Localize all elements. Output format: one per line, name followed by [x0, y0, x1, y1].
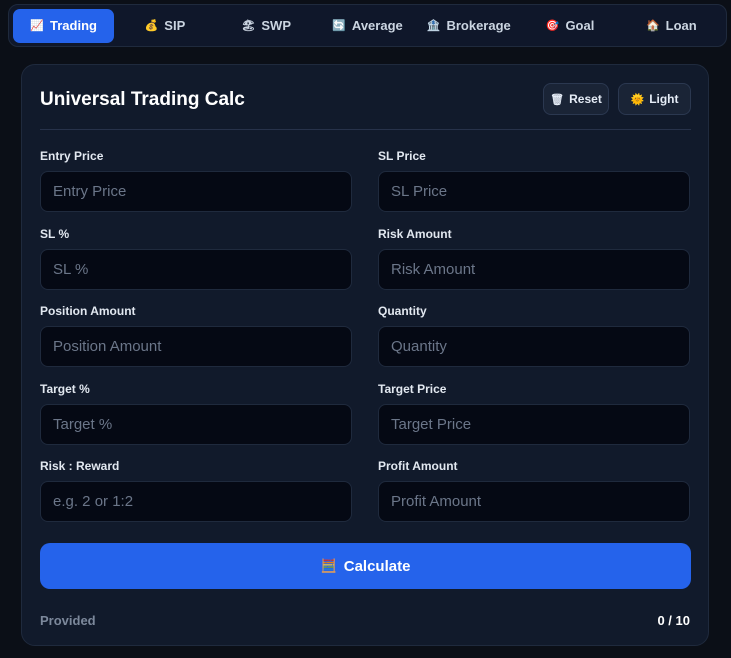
house-icon: 🏠	[645, 20, 660, 32]
provided-count: 0 / 10	[657, 613, 690, 628]
tab-label: Loan	[665, 18, 697, 33]
position-amount-input[interactable]	[40, 326, 352, 367]
sun-icon: 🌞	[630, 93, 645, 106]
trash-icon: 🗑	[550, 93, 565, 106]
target-price-field: Target Price	[378, 382, 690, 445]
tab-sip[interactable]: 💰 SIP	[114, 9, 215, 43]
provided-label: Provided	[40, 613, 96, 628]
tab-label: Brokerage	[446, 18, 511, 33]
sl-price-input[interactable]	[378, 171, 690, 212]
card-title: Universal Trading Calc	[40, 89, 245, 110]
tab-label: Goal	[565, 18, 595, 33]
target-icon: 🎯	[545, 20, 560, 32]
theme-label: Light	[649, 92, 679, 106]
tab-average[interactable]: 🔄 Average	[317, 9, 418, 43]
field-label: Target Price	[378, 382, 447, 396]
calculator-tab-bar: 📈 Trading 💰 SIP 🏖 SWP 🔄 Average 🏦 Broker…	[8, 4, 727, 47]
abacus-icon: 🧮	[320, 558, 337, 573]
sl-price-field: SL Price	[378, 149, 690, 212]
money-bag-icon: 💰	[144, 20, 159, 32]
reset-button[interactable]: 🗑 Reset	[543, 83, 609, 115]
tab-label: Trading	[50, 18, 97, 33]
quantity-input[interactable]	[378, 326, 690, 367]
target-percent-input[interactable]	[40, 404, 352, 445]
field-label: Quantity	[378, 304, 427, 318]
risk-amount-field: Risk Amount	[378, 227, 690, 290]
position-amount-field: Position Amount	[40, 304, 352, 367]
field-label: Risk : Reward	[40, 459, 120, 473]
sl-percent-input[interactable]	[40, 249, 352, 290]
field-label: Target %	[40, 382, 90, 396]
tab-label: Average	[351, 18, 403, 33]
target-price-input[interactable]	[378, 404, 690, 445]
sl-percent-field: SL %	[40, 227, 352, 290]
entry-price-input[interactable]	[40, 171, 352, 212]
risk-reward-input[interactable]	[40, 481, 352, 522]
calculate-button[interactable]: 🧮 Calculate	[40, 543, 691, 589]
bank-icon: 🏦	[426, 20, 441, 32]
tab-loan[interactable]: 🏠 Loan	[621, 9, 722, 43]
risk-amount-input[interactable]	[378, 249, 690, 290]
chart-up-icon: 📈	[30, 20, 45, 32]
profit-amount-input[interactable]	[378, 481, 690, 522]
field-label: Profit Amount	[378, 459, 458, 473]
refresh-icon: 🔄	[332, 20, 346, 32]
field-label: Risk Amount	[378, 227, 452, 241]
calculate-label: Calculate	[343, 557, 411, 575]
tab-brokerage[interactable]: 🏦 Brokerage	[418, 9, 519, 43]
field-label: SL %	[40, 227, 70, 241]
quantity-field: Quantity	[378, 304, 690, 367]
tab-swp[interactable]: 🏖 SWP	[216, 9, 317, 43]
header-divider	[40, 129, 691, 130]
target-percent-field: Target %	[40, 382, 352, 445]
field-label: Entry Price	[40, 149, 104, 163]
entry-price-field: Entry Price	[40, 149, 352, 212]
theme-toggle-button[interactable]: 🌞 Light	[618, 83, 691, 115]
field-label: SL Price	[378, 149, 426, 163]
trading-calculator-card: Universal Trading Calc 🗑 Reset 🌞 Light E…	[21, 64, 709, 646]
reset-label: Reset	[569, 92, 602, 106]
risk-reward-field: Risk : Reward	[40, 459, 352, 522]
beach-icon: 🏖	[241, 20, 256, 32]
tab-goal[interactable]: 🎯 Goal	[519, 9, 620, 43]
tab-label: SIP	[164, 18, 186, 33]
tab-label: SWP	[261, 18, 291, 33]
field-label: Position Amount	[40, 304, 136, 318]
profit-amount-field: Profit Amount	[378, 459, 690, 522]
tab-trading[interactable]: 📈 Trading	[13, 8, 115, 43]
